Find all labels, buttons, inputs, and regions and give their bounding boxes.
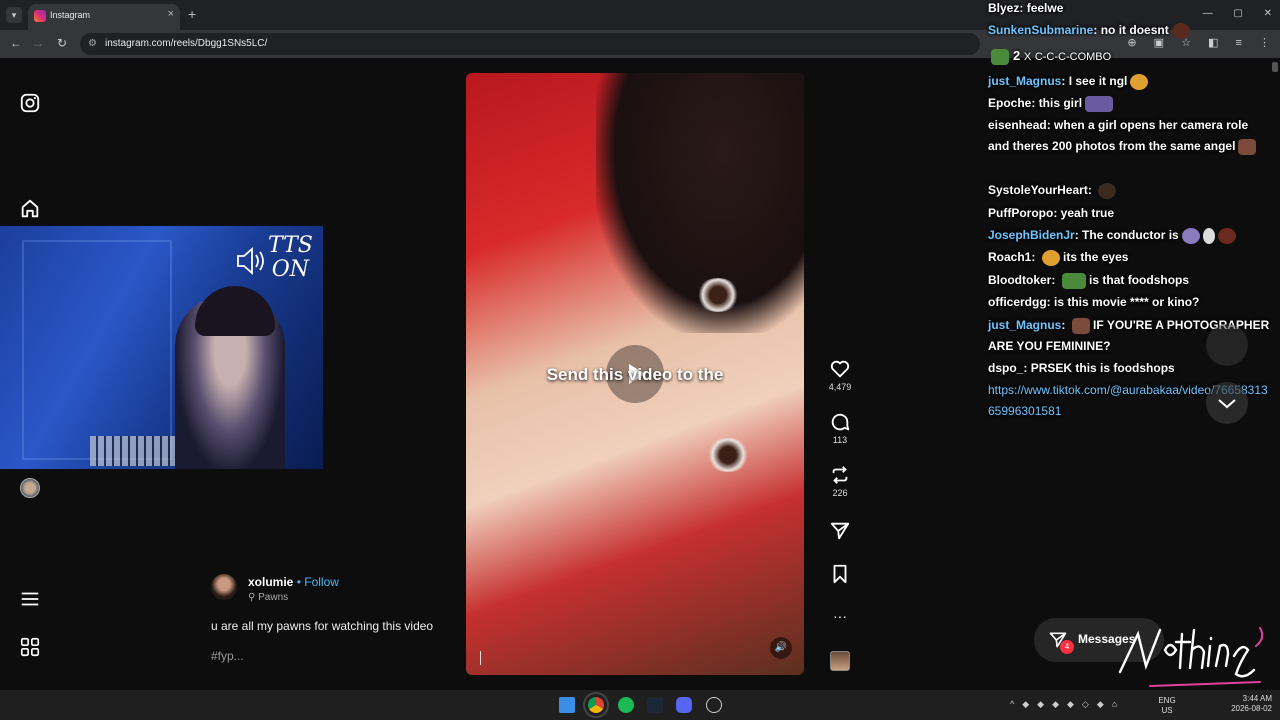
instagram-favicon-icon <box>34 10 46 22</box>
author-location[interactable]: Pawns <box>258 592 288 603</box>
emote-icon <box>1071 317 1090 334</box>
tab-title: Instagram <box>50 10 91 20</box>
instagram-logo-icon[interactable] <box>19 92 41 114</box>
chat-message: Roach1: its the eyes <box>988 249 1129 266</box>
address-url[interactable]: instagram.com/reels/Dbgg1SNs5LC/ <box>105 38 267 49</box>
chrome-icon[interactable] <box>583 692 609 718</box>
repost-icon <box>832 466 848 484</box>
chat-message: officerdgg: is this movie **** or kino? <box>988 295 1200 309</box>
bookmark-icon <box>833 564 847 584</box>
repost-button[interactable]: 226 <box>818 464 862 498</box>
reel-video[interactable]: Send this video to the 🔊 <box>466 73 804 675</box>
more-options-button[interactable]: ··· <box>818 608 862 624</box>
windows-start-icon[interactable] <box>559 697 575 713</box>
language-indicator[interactable]: ENG US <box>1152 696 1182 716</box>
share-button[interactable] <box>818 520 862 542</box>
steam-icon[interactable] <box>647 697 663 713</box>
home-icon[interactable] <box>19 198 41 220</box>
chevron-down-icon <box>1218 399 1236 409</box>
tab-close-button[interactable]: × <box>168 8 174 20</box>
reel-caption-overlay: Send this video to the <box>546 365 724 384</box>
tts-label: TTS <box>268 233 313 258</box>
chat-message: eisenhead: when a girl opens her camera … <box>988 115 1270 157</box>
comment-button[interactable]: 113 <box>818 411 862 445</box>
nothing-else-logo <box>1118 627 1264 687</box>
chat-message: just_Magnus: I see it ngl <box>988 71 1270 92</box>
emote-icon <box>1202 227 1215 244</box>
emote-icon <box>1098 182 1117 199</box>
discord-icon[interactable] <box>676 697 692 713</box>
forward-arrow-icon[interactable]: → <box>30 36 46 50</box>
emote-icon <box>1217 227 1236 244</box>
system-clock[interactable]: ENG US 3:44 AM 2026-08-02 <box>1158 694 1272 715</box>
chat-avatar-button[interactable] <box>1206 324 1248 366</box>
address-bar[interactable]: ⚙ instagram.com/reels/Dbgg1SNs5LC/ <box>80 33 980 55</box>
back-arrow-icon[interactable]: ← <box>8 36 24 50</box>
page-scrollbar[interactable] <box>1272 62 1278 72</box>
tab-search-menu-button[interactable]: ▾ <box>6 7 22 23</box>
follow-button[interactable]: • Follow <box>297 575 339 589</box>
video-progress-bar[interactable] <box>480 651 481 665</box>
chat-message: SystoleYourHeart: <box>988 180 1270 201</box>
emote-icon <box>1238 138 1257 155</box>
chat-message: Blyez: feelwe <box>988 1 1064 15</box>
emote-icon <box>1130 73 1149 90</box>
like-count: 4,479 <box>828 382 852 392</box>
chat-message: Epoche: this girl <box>988 93 1270 114</box>
post-hashtag[interactable]: #fyp... <box>211 649 244 663</box>
spotify-icon[interactable] <box>618 697 634 713</box>
obs-icon[interactable] <box>706 697 722 713</box>
like-button[interactable]: 4,479 <box>818 358 862 392</box>
volume-icon[interactable]: 🔊 <box>770 637 792 659</box>
clock-date: 2026-08-02 <box>1231 704 1272 713</box>
chat-message: Bloodtoker: is that foodshops <box>988 272 1190 289</box>
more-apps-icon[interactable] <box>19 636 41 658</box>
site-info-icon[interactable]: ⚙ <box>88 38 97 49</box>
emote-icon <box>1085 95 1114 112</box>
author-location-row: ⚲ Pawns <box>248 592 288 603</box>
comment-icon <box>831 413 850 431</box>
webcam-overlay: TTS ON <box>0 226 323 469</box>
pepe-emote-icon <box>1061 272 1086 289</box>
emote-icon <box>1041 249 1060 266</box>
location-pin-icon: ⚲ <box>248 592 256 603</box>
post-caption: u are all my pawns for watching this vid… <box>211 619 434 633</box>
emote-icon <box>1171 22 1190 39</box>
emote-icon <box>1181 227 1200 244</box>
chat-message: SunkenSubmarine: no it doesnt <box>988 20 1270 41</box>
send-icon <box>830 522 850 540</box>
chat-message: JosephBidenJr: The conductor is <box>988 225 1270 246</box>
scroll-down-button[interactable] <box>1206 382 1248 424</box>
tts-state: ON <box>271 257 310 282</box>
audio-thumbnail[interactable] <box>830 651 850 671</box>
author-username[interactable]: xolumie <box>248 575 293 589</box>
comment-count: 113 <box>832 435 848 445</box>
profile-avatar[interactable] <box>20 478 40 498</box>
author-avatar[interactable] <box>211 574 237 600</box>
save-button[interactable] <box>818 563 862 585</box>
messages-badge: 4 <box>1060 640 1074 654</box>
reload-icon[interactable]: ↻ <box>54 36 70 50</box>
system-tray-icons[interactable]: ^◆◆◆◆◇◆⌂ <box>1010 699 1125 710</box>
new-tab-button[interactable]: + <box>188 6 196 22</box>
tts-status: TTS ON <box>268 234 313 282</box>
heart-icon <box>830 360 850 378</box>
reel-image-eye <box>706 438 750 472</box>
speaker-icon <box>237 247 264 275</box>
chat-combo: 2 X C-C-C-COMBO <box>988 45 1270 68</box>
tab-instagram[interactable]: Instagram × <box>28 4 180 30</box>
windows-taskbar: ^◆◆◆◆◇◆⌂ ENG US 3:44 AM 2026-08-02 <box>0 690 1280 720</box>
chat-message: PuffPoropo: yeah true <box>988 206 1115 220</box>
clock-time: 3:44 AM <box>1242 694 1272 703</box>
webcam-person-hair <box>195 286 275 336</box>
pepe-emote-icon <box>991 48 1009 65</box>
hamburger-menu-icon[interactable] <box>19 588 41 610</box>
repost-count: 226 <box>832 488 848 498</box>
webcam-background-door <box>22 240 172 460</box>
reel-image-eye <box>696 278 740 312</box>
author-username-row: xolumie • Follow <box>248 575 339 589</box>
